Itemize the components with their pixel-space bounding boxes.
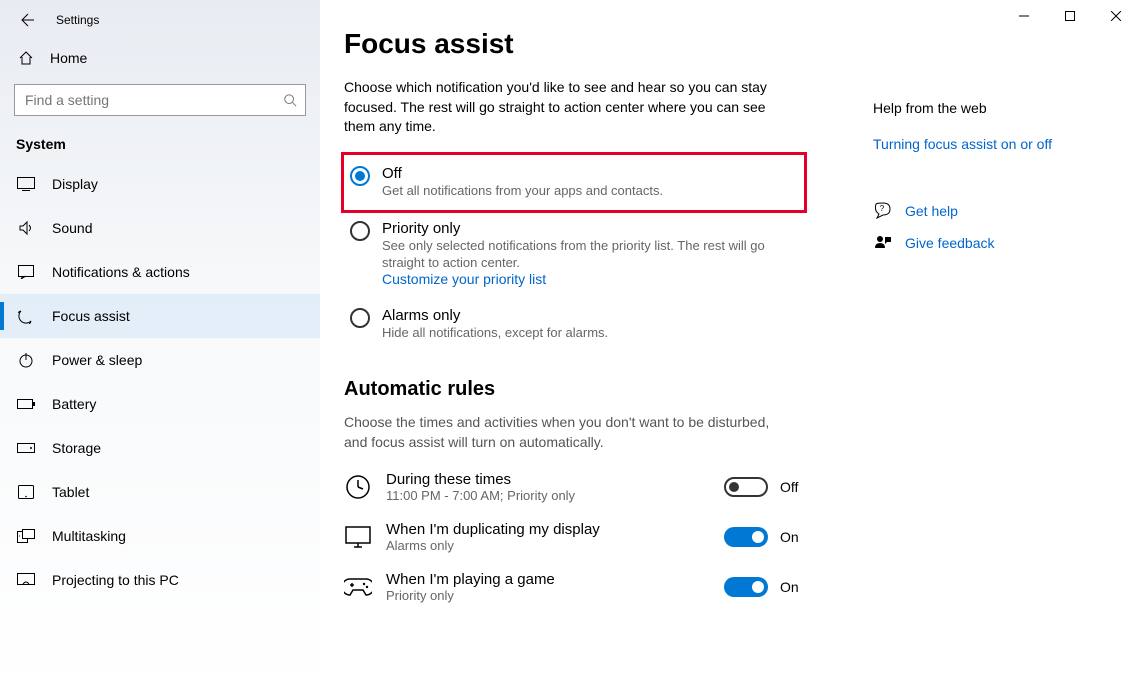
automatic-rules-heading: Automatic rules [344, 378, 1115, 401]
search-input[interactable] [23, 91, 283, 109]
sidebar-section-header: System [0, 130, 320, 162]
get-help-icon: ? [873, 202, 893, 220]
notifications-icon [16, 265, 36, 279]
sidebar-item-projecting[interactable]: Projecting to this PC [0, 558, 320, 602]
option-off[interactable]: Off Get all notifications from your apps… [341, 152, 807, 213]
minimize-button[interactable] [1001, 0, 1047, 32]
titlebar: Settings [0, 0, 320, 40]
caption-buttons [1001, 0, 1139, 32]
clock-icon [344, 473, 372, 501]
sidebar-item-notifications[interactable]: Notifications & actions [0, 250, 320, 294]
radio-icon [350, 221, 370, 241]
sidebar-item-label: Power & sleep [52, 352, 142, 368]
search-box[interactable] [14, 84, 306, 116]
toggle-state: On [780, 529, 799, 545]
search-icon [283, 93, 297, 107]
rule-toggle[interactable] [724, 477, 768, 497]
sidebar-item-label: Storage [52, 440, 101, 456]
sidebar-item-label: Tablet [52, 484, 89, 500]
get-help-link[interactable]: Get help [905, 203, 958, 219]
radio-icon [350, 308, 370, 328]
home-icon [16, 50, 36, 66]
rule-title: When I'm playing a game [386, 571, 724, 588]
projecting-icon [16, 573, 36, 587]
sidebar-item-label: Display [52, 176, 98, 192]
sidebar-item-multitasking[interactable]: Multitasking [0, 514, 320, 558]
tablet-icon [16, 485, 36, 499]
option-label: Alarms only [382, 307, 608, 324]
sidebar-item-tablet[interactable]: Tablet [0, 470, 320, 514]
rule-sub: 11:00 PM - 7:00 AM; Priority only [386, 488, 724, 503]
back-button[interactable] [18, 10, 38, 30]
rule-duplicating-display[interactable]: When I'm duplicating my display Alarms o… [344, 521, 824, 553]
customize-priority-link[interactable]: Customize your priority list [382, 271, 798, 287]
monitor-icon [344, 523, 372, 551]
main-content: Focus assist Choose which notification y… [320, 0, 1139, 691]
toggle-state: Off [780, 479, 798, 495]
rule-sub: Priority only [386, 588, 724, 603]
display-icon [16, 177, 36, 191]
sidebar-item-power[interactable]: Power & sleep [0, 338, 320, 382]
sidebar-item-battery[interactable]: Battery [0, 382, 320, 426]
home-label: Home [50, 50, 87, 66]
sidebar-item-storage[interactable]: Storage [0, 426, 320, 470]
option-desc: See only selected notifications from the… [382, 238, 798, 272]
svg-text:?: ? [880, 204, 885, 213]
option-priority-only[interactable]: Priority only See only selected notifica… [344, 210, 804, 298]
sidebar-item-label: Battery [52, 396, 96, 412]
option-label: Off [382, 165, 663, 182]
storage-icon [16, 443, 36, 453]
radio-icon [350, 166, 370, 186]
focus-assist-options: Off Get all notifications from your apps… [344, 152, 804, 353]
sidebar-item-display[interactable]: Display [0, 162, 320, 206]
sidebar-item-label: Focus assist [52, 308, 130, 324]
help-pane: Help from the web Turning focus assist o… [873, 100, 1113, 266]
option-alarms-only[interactable]: Alarms only Hide all notifications, exce… [344, 297, 804, 352]
gamepad-icon [344, 573, 372, 601]
automatic-rules-desc: Choose the times and activities when you… [344, 413, 784, 452]
focus-assist-icon [16, 308, 36, 324]
home-link[interactable]: Home [0, 40, 320, 76]
rule-playing-game[interactable]: When I'm playing a game Priority only On [344, 571, 824, 603]
page-title: Focus assist [344, 28, 1115, 60]
battery-icon [16, 399, 36, 409]
option-label: Priority only [382, 220, 798, 237]
option-desc: Hide all notifications, except for alarm… [382, 325, 608, 342]
rule-toggle[interactable] [724, 527, 768, 547]
rule-sub: Alarms only [386, 538, 724, 553]
back-arrow-icon [20, 12, 36, 28]
rule-toggle[interactable] [724, 577, 768, 597]
rule-during-times[interactable]: During these times 11:00 PM - 7:00 AM; P… [344, 471, 824, 503]
option-desc: Get all notifications from your apps and… [382, 183, 663, 200]
give-feedback-link[interactable]: Give feedback [905, 235, 995, 251]
sidebar-item-label: Multitasking [52, 528, 126, 544]
sidebar-item-focus-assist[interactable]: Focus assist [0, 294, 320, 338]
rule-title: During these times [386, 471, 724, 488]
sidebar-item-label: Projecting to this PC [52, 572, 179, 588]
sidebar-item-label: Notifications & actions [52, 264, 190, 280]
window-title: Settings [56, 13, 99, 27]
feedback-icon [873, 234, 893, 252]
sidebar-item-sound[interactable]: Sound [0, 206, 320, 250]
sound-icon [16, 220, 36, 236]
multitasking-icon [16, 529, 36, 543]
rule-title: When I'm duplicating my display [386, 521, 724, 538]
close-button[interactable] [1093, 0, 1139, 32]
toggle-state: On [780, 579, 799, 595]
page-intro: Choose which notification you'd like to … [344, 78, 784, 137]
sidebar: Settings Home System Display Sound Notif… [0, 0, 320, 691]
maximize-button[interactable] [1047, 0, 1093, 32]
power-icon [16, 352, 36, 368]
sidebar-item-label: Sound [52, 220, 92, 236]
help-heading: Help from the web [873, 100, 1113, 116]
help-web-link[interactable]: Turning focus assist on or off [873, 136, 1113, 152]
